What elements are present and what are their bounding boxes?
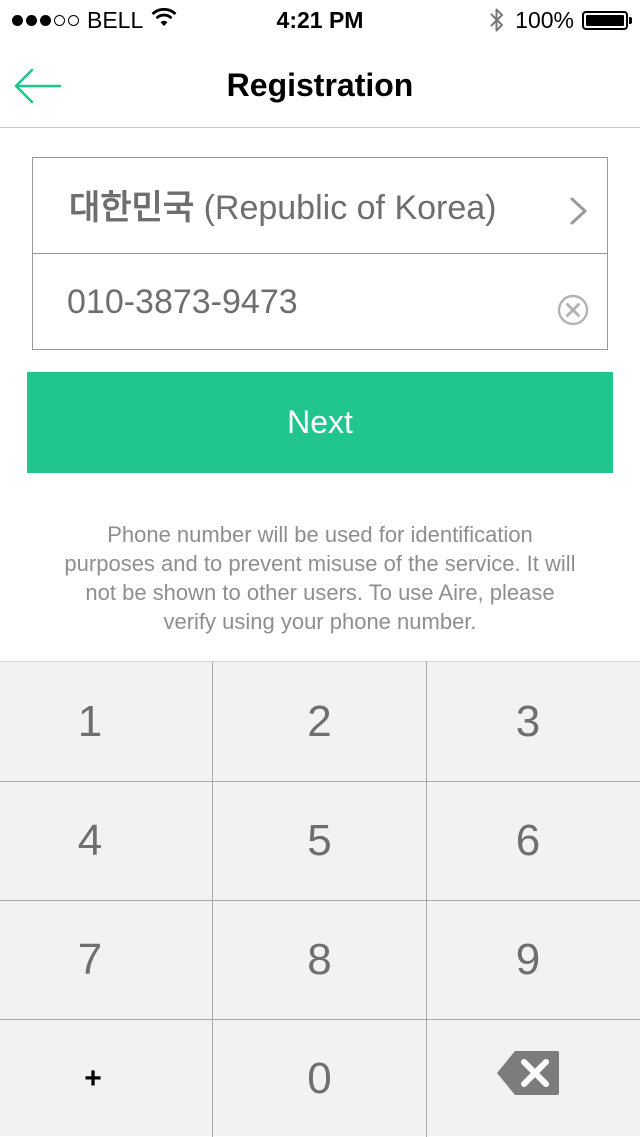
key-5[interactable]: 5 (213, 782, 426, 900)
next-button[interactable]: Next (27, 372, 613, 473)
phone-number-input[interactable] (67, 282, 537, 322)
key-plus[interactable]: + (0, 1020, 186, 1137)
registration-form: 대한민국 (Republic of Korea) (32, 157, 608, 350)
key-8[interactable]: 8 (213, 901, 426, 1019)
key-3[interactable]: 3 (427, 662, 629, 781)
numeric-keypad: 1 2 3 4 5 6 7 8 9 + 0 (0, 661, 640, 1137)
battery-percent: 100% (515, 6, 574, 33)
key-4[interactable]: 4 (0, 782, 180, 900)
key-2[interactable]: 2 (213, 662, 426, 781)
phone-row (33, 254, 607, 349)
delete-key[interactable] (427, 1020, 629, 1137)
chevron-right-icon (567, 196, 591, 226)
country-native-name: 대한민국 (69, 188, 195, 228)
key-0[interactable]: 0 (213, 1020, 426, 1137)
clear-circle-icon[interactable] (557, 294, 589, 326)
key-1[interactable]: 1 (0, 662, 180, 781)
backspace-icon (495, 1049, 561, 1108)
status-bar: BELL 4:21 PM 100% (0, 0, 640, 40)
battery-fill (586, 14, 624, 26)
country-selector[interactable]: 대한민국 (Republic of Korea) (33, 158, 607, 254)
battery-nub (629, 16, 632, 24)
battery-icon (582, 10, 632, 30)
info-text: Phone number will be used for identifica… (64, 522, 576, 634)
status-right: 100% (489, 6, 632, 34)
key-6[interactable]: 6 (427, 782, 629, 900)
key-9[interactable]: 9 (427, 901, 629, 1019)
country-label: 대한민국 (Republic of Korea) (69, 188, 497, 228)
key-7[interactable]: 7 (0, 901, 180, 1019)
country-english-name: (Republic of Korea) (203, 189, 497, 227)
nav-bar: Registration (0, 40, 640, 128)
page-title: Registration (226, 67, 414, 103)
bluetooth-icon (489, 7, 505, 33)
